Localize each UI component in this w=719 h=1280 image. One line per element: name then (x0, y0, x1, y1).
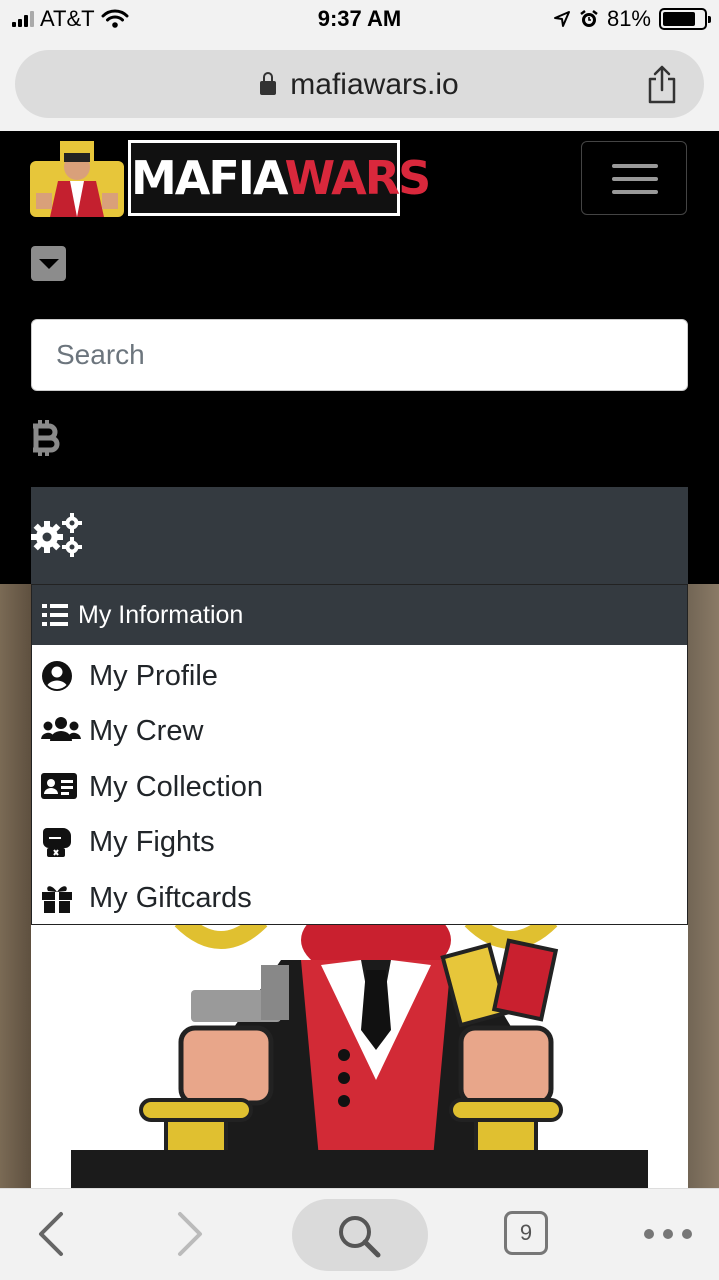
menu-item-my-profile[interactable]: My Profile (32, 648, 687, 703)
toolbar-search-button[interactable] (292, 1199, 428, 1271)
address-domain-row: mafiawars.io (15, 68, 704, 102)
search-input[interactable] (31, 319, 688, 391)
alarm-icon (580, 10, 598, 27)
share-icon[interactable] (644, 65, 680, 105)
menu-item-my-giftcards[interactable]: My Giftcards (32, 870, 687, 925)
menu-item-label: My Crew (89, 715, 204, 747)
battery-icon (659, 8, 711, 30)
mafia-mascot-logo-icon[interactable] (30, 141, 124, 217)
dropdown-header[interactable]: My Information (32, 585, 687, 645)
logo-word-wars: WARS (284, 151, 431, 205)
more-icon[interactable] (644, 1229, 692, 1239)
address-domain: mafiawars.io (290, 68, 459, 101)
caret-down-icon[interactable] (31, 246, 66, 281)
gears-icon[interactable] (31, 513, 83, 557)
menu-toggle-button[interactable] (581, 141, 687, 215)
magnifier-icon (339, 1216, 381, 1258)
hero-mascot-image (31, 920, 688, 1188)
address-bar[interactable]: mafiawars.io (15, 50, 704, 118)
location-arrow-icon (553, 11, 570, 27)
logo-word-mafia: MAFIA (131, 151, 286, 205)
bitcoin-icon[interactable] (30, 418, 62, 458)
my-information-dropdown: My Information My Profile My Crew My Col… (31, 584, 688, 925)
list-icon (42, 604, 68, 626)
back-chevron-icon[interactable] (36, 1211, 66, 1257)
boxing-glove-icon (43, 828, 71, 857)
menu-item-my-collection[interactable]: My Collection (32, 759, 687, 814)
settings-panel (31, 487, 688, 584)
tabs-button[interactable]: 9 (504, 1211, 548, 1255)
mafia-wars-wordmark[interactable]: MAFIAWARS (128, 140, 431, 216)
menu-item-label: My Profile (89, 660, 218, 692)
status-bar: AT&T 9:37 AM 81% (0, 0, 719, 40)
menu-item-label: My Giftcards (89, 882, 252, 914)
menu-item-my-crew[interactable]: My Crew (32, 703, 687, 758)
user-circle-icon (42, 661, 72, 691)
browser-toolbar: 9 (0, 1188, 719, 1280)
gift-icon (42, 886, 72, 913)
site-navbar: MAFIAWARS (0, 131, 719, 584)
dropdown-header-label: My Information (78, 601, 244, 629)
menu-item-label: My Collection (89, 771, 264, 803)
users-icon (41, 717, 81, 741)
lock-icon (260, 72, 277, 95)
forward-chevron-icon[interactable] (175, 1211, 205, 1257)
menu-item-label: My Fights (89, 826, 215, 858)
browser-address-area: mafiawars.io (0, 40, 719, 131)
battery-percent: 81% (606, 6, 651, 31)
id-card-icon (41, 773, 77, 799)
menu-item-my-fights[interactable]: My Fights (32, 814, 687, 869)
hero-mascot-illustration (71, 920, 648, 1188)
status-right-group: 81% (553, 6, 711, 32)
